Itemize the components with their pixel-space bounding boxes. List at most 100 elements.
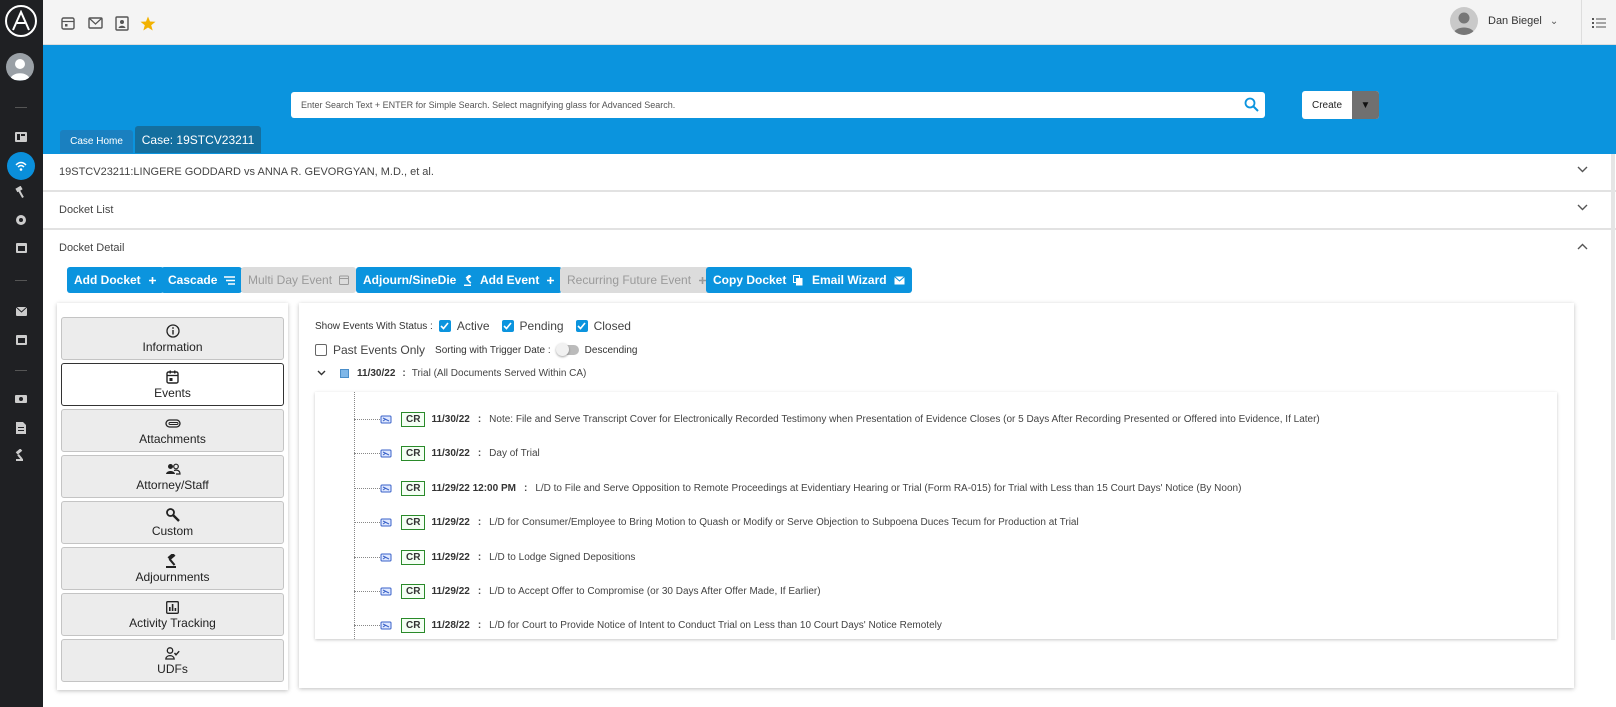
app-logo-icon[interactable] bbox=[5, 5, 37, 37]
sorting-label: Sorting with Trigger Date : bbox=[435, 344, 551, 356]
closed-checkbox[interactable] bbox=[575, 320, 588, 332]
past-events-checkbox[interactable] bbox=[315, 344, 327, 356]
event-row[interactable]: CR 11/30/22 : Day of Trial bbox=[354, 443, 540, 463]
nav-events-label: Events bbox=[154, 386, 191, 400]
user-name: Dan Biegel bbox=[1488, 15, 1542, 27]
email-wizard-button[interactable]: Email Wizard bbox=[805, 267, 912, 293]
rail-divider bbox=[15, 370, 27, 371]
email-wizard-label: Email Wizard bbox=[812, 273, 887, 287]
nav-custom[interactable]: Custom bbox=[61, 501, 284, 544]
header-band: Create ▼ Case Home Case: 19STCV23211 bbox=[43, 45, 1616, 154]
court-rule-tag: CR bbox=[401, 445, 426, 461]
add-event-button[interactable]: Add Event bbox=[473, 267, 563, 293]
hammer-icon[interactable] bbox=[12, 183, 30, 201]
event-row[interactable]: CR 11/29/22 12:00 PM : L/D to File and S… bbox=[354, 478, 1241, 498]
court-rule-tag: CR bbox=[401, 514, 426, 530]
cascade-label: Cascade bbox=[168, 273, 218, 287]
copy-docket-button[interactable]: Copy Docket bbox=[706, 267, 811, 293]
event-description: Note: File and Serve Transcript Cover fo… bbox=[489, 413, 1320, 425]
event-row[interactable]: CR 11/29/22 : L/D for Consumer/Employee … bbox=[354, 512, 1079, 532]
search-icon[interactable] bbox=[1244, 97, 1259, 117]
tree-branch bbox=[354, 487, 380, 489]
event-row[interactable]: CR 11/29/22 : L/D to Accept Offer to Com… bbox=[354, 581, 821, 601]
gavel-icon bbox=[165, 553, 180, 569]
chevron-up-icon[interactable] bbox=[1577, 241, 1588, 253]
parent-event-separator: : bbox=[402, 368, 406, 379]
docket-list-section[interactable]: Docket List bbox=[43, 192, 1616, 230]
event-row[interactable]: CR 11/28/22 : L/D for Court to Provide N… bbox=[354, 615, 942, 635]
tab-case[interactable]: Case: 19STCV23211 bbox=[135, 126, 261, 153]
calendar-icon[interactable] bbox=[59, 14, 77, 32]
tab-case-home[interactable]: Case Home bbox=[60, 130, 133, 153]
adjourn-sinedie-label: Adjourn/SineDie bbox=[363, 273, 457, 287]
calendar-icon[interactable] bbox=[12, 238, 30, 256]
mail-icon[interactable] bbox=[12, 302, 30, 320]
sorting-toggle[interactable] bbox=[555, 343, 579, 356]
nav-custom-label: Custom bbox=[151, 524, 194, 538]
docket-detail-section[interactable]: Docket Detail bbox=[43, 230, 1616, 258]
list-icon bbox=[1592, 17, 1606, 28]
nav-activity-tracking[interactable]: Activity Tracking bbox=[61, 593, 284, 636]
gavel-icon[interactable] bbox=[12, 446, 30, 464]
nav-adjournments[interactable]: Adjournments bbox=[61, 547, 284, 590]
calendar-icon bbox=[166, 369, 179, 385]
pending-checkbox[interactable] bbox=[501, 320, 514, 332]
court-rule-tag: CR bbox=[401, 617, 426, 633]
chevron-down-icon[interactable] bbox=[317, 368, 326, 379]
chevron-down-icon[interactable] bbox=[1577, 202, 1588, 214]
multi-day-event-button[interactable]: Multi Day Event bbox=[241, 267, 357, 293]
left-rail bbox=[0, 0, 43, 707]
create-button[interactable]: Create bbox=[1302, 91, 1352, 119]
event-date: 11/30/22 bbox=[431, 447, 470, 459]
event-row[interactable]: CR 11/30/22 : Note: File and Serve Trans… bbox=[354, 409, 1320, 429]
nav-attachments[interactable]: Attachments bbox=[61, 409, 284, 452]
search-input[interactable] bbox=[291, 92, 1221, 118]
tree-branch bbox=[354, 624, 380, 626]
case-title-section[interactable]: 19STCV23211:LINGERE GODDARD vs ANNA R. G… bbox=[43, 154, 1616, 192]
settings-icon[interactable] bbox=[12, 211, 30, 229]
cascade-button[interactable]: Cascade bbox=[161, 267, 243, 293]
parent-event-date: 11/30/22 bbox=[357, 368, 396, 379]
create-dropdown-toggle[interactable]: ▼ bbox=[1352, 91, 1379, 119]
user-menu[interactable]: Dan Biegel ⌄ bbox=[1450, 7, 1558, 35]
star-icon[interactable] bbox=[139, 14, 157, 32]
page-scrollbar[interactable] bbox=[1611, 154, 1615, 640]
avatar bbox=[1450, 7, 1478, 35]
event-ticket-icon bbox=[380, 586, 392, 596]
active-checkbox[interactable] bbox=[438, 320, 451, 332]
menu-list-button[interactable] bbox=[1581, 0, 1616, 45]
chevron-down-icon[interactable] bbox=[1577, 164, 1588, 176]
nav-udfs[interactable]: UDFs bbox=[61, 639, 284, 682]
court-rule-tag: CR bbox=[401, 411, 426, 427]
create-button-group: Create ▼ bbox=[1302, 91, 1379, 119]
user-check-icon bbox=[165, 645, 180, 661]
parent-event-row[interactable]: 11/30/22 : Trial (All Documents Served W… bbox=[317, 368, 586, 379]
screen-icon[interactable] bbox=[12, 391, 30, 409]
parent-event-title: Trial (All Documents Served Within CA) bbox=[411, 368, 587, 379]
wrench-icon bbox=[165, 507, 180, 523]
event-description: L/D for Consumer/Employee to Bring Motio… bbox=[489, 516, 1079, 528]
add-docket-button[interactable]: Add Docket bbox=[67, 267, 164, 293]
event-tree: CR 11/30/22 : Note: File and Serve Trans… bbox=[315, 392, 1557, 639]
pending-checkbox-label: Pending bbox=[519, 319, 564, 333]
rail-divider bbox=[15, 107, 27, 108]
contact-card-icon[interactable] bbox=[113, 14, 131, 32]
nav-information[interactable]: Information bbox=[61, 317, 284, 360]
adjourn-sinedie-button[interactable]: Adjourn/SineDie bbox=[356, 267, 482, 293]
people-icon bbox=[165, 461, 181, 477]
user-avatar-icon[interactable] bbox=[6, 53, 34, 81]
wifi-icon[interactable] bbox=[7, 152, 35, 180]
event-row[interactable]: CR 11/29/22 : L/D to Lodge Signed Deposi… bbox=[354, 547, 635, 567]
nav-events[interactable]: Events bbox=[61, 363, 284, 406]
recurring-future-event-button[interactable]: Recurring Future Event bbox=[560, 267, 715, 293]
list-icon bbox=[224, 275, 236, 285]
document-icon[interactable] bbox=[12, 419, 30, 437]
events-panel: Show Events With Status : Active Pending… bbox=[299, 303, 1574, 688]
nav-attachments-label: Attachments bbox=[139, 432, 206, 446]
mail-icon[interactable] bbox=[86, 14, 104, 32]
nav-attorney-staff[interactable]: Attorney/Staff bbox=[61, 455, 284, 498]
event-description: Day of Trial bbox=[489, 447, 540, 459]
dashboard-icon[interactable] bbox=[12, 128, 30, 146]
sort-row: Past Events Only Sorting with Trigger Da… bbox=[315, 343, 637, 357]
calendar-alt-icon[interactable] bbox=[12, 330, 30, 348]
